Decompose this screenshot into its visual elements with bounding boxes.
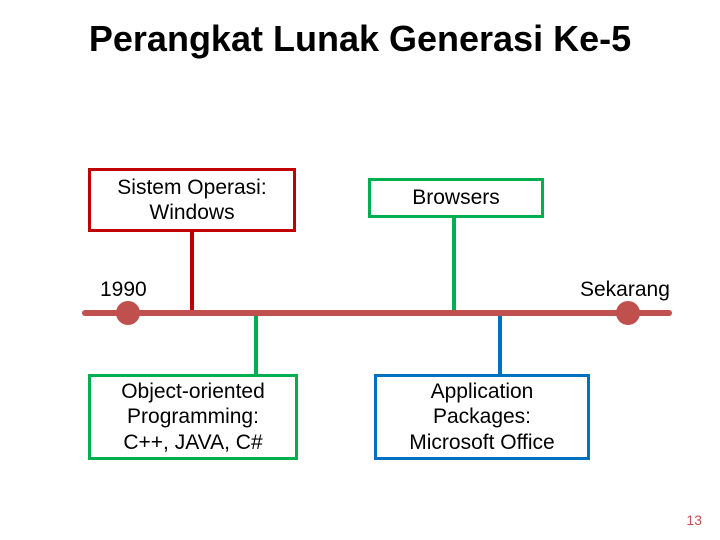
- timeline-dot-end: [616, 301, 640, 325]
- connector-oop: [254, 316, 258, 374]
- box-browsers: Browsers: [368, 178, 544, 218]
- connector-app: [498, 316, 502, 374]
- box-oop: Object-oriented Programming: C++, JAVA, …: [88, 374, 298, 460]
- timeline-bar: [82, 310, 672, 316]
- box-os: Sistem Operasi: Windows: [88, 168, 296, 232]
- slide: Perangkat Lunak Generasi Ke-5 Sistem Ope…: [0, 0, 720, 540]
- label-end: Sekarang: [580, 278, 670, 302]
- page-number: 13: [686, 512, 702, 528]
- box-app: Application Packages: Microsoft Office: [374, 374, 590, 460]
- connector-os: [190, 232, 194, 312]
- slide-title: Perangkat Lunak Generasi Ke-5: [0, 18, 720, 60]
- label-start: 1990: [100, 278, 147, 302]
- connector-browsers: [452, 218, 456, 312]
- timeline-dot-start: [116, 301, 140, 325]
